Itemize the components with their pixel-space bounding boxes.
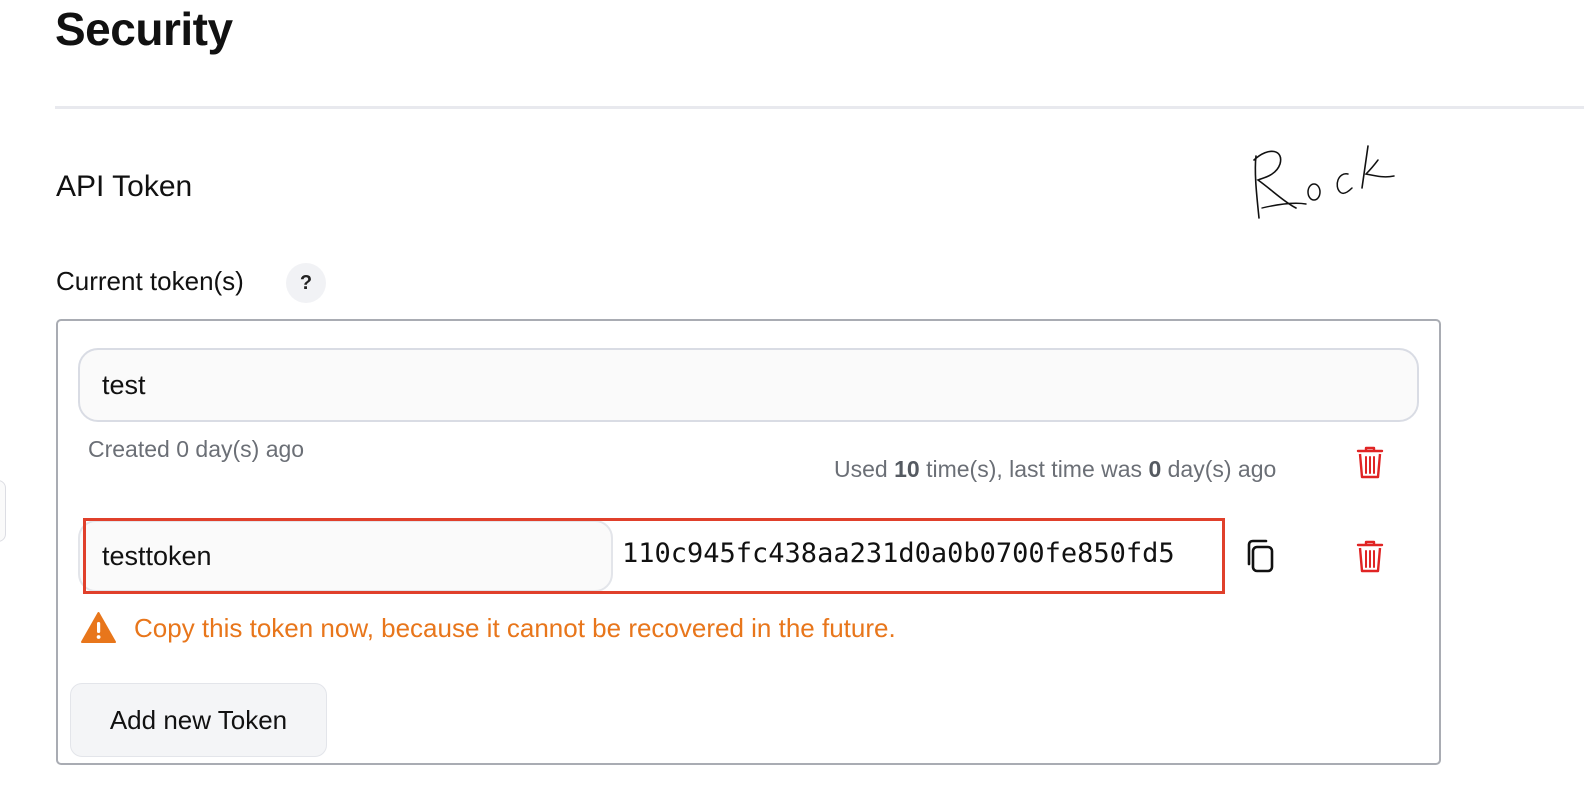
current-tokens-label: Current token(s) — [56, 266, 244, 296]
token-usage-text: Used 10 time(s), last time was 0 day(s) … — [834, 456, 1276, 483]
trash-icon — [1356, 446, 1384, 479]
add-new-token-button[interactable]: Add new Token — [70, 683, 327, 757]
security-page: Security API Token Current token(s) ? Cr… — [0, 0, 1584, 810]
usage-days: 0 — [1148, 456, 1162, 482]
usage-prefix: Used — [834, 456, 895, 482]
page-title: Security — [55, 3, 233, 55]
copy-warning: Copy this token now, because it cannot b… — [80, 608, 896, 648]
help-icon[interactable]: ? — [286, 263, 326, 303]
delete-new-token-button[interactable] — [1353, 536, 1387, 576]
warning-text: Copy this token now, because it cannot b… — [134, 612, 896, 643]
warning-triangle-icon — [81, 612, 116, 643]
trash-icon — [1356, 540, 1384, 573]
section-divider — [55, 106, 1584, 109]
existing-token-name-field[interactable] — [78, 348, 1419, 422]
usage-count: 10 — [894, 456, 920, 482]
token-created-text: Created 0 day(s) ago — [88, 436, 305, 462]
usage-middle: time(s), last time was — [919, 456, 1149, 482]
api-token-section-title: API Token — [56, 170, 193, 203]
left-edge-panel-handle[interactable] — [0, 480, 6, 542]
usage-suffix: day(s) ago — [1161, 456, 1277, 482]
copy-icon — [1247, 539, 1274, 573]
copy-token-button[interactable] — [1242, 536, 1280, 576]
token-highlight-annotation — [83, 518, 1225, 594]
delete-existing-token-button[interactable] — [1353, 442, 1387, 482]
handwritten-signature — [1253, 145, 1395, 219]
